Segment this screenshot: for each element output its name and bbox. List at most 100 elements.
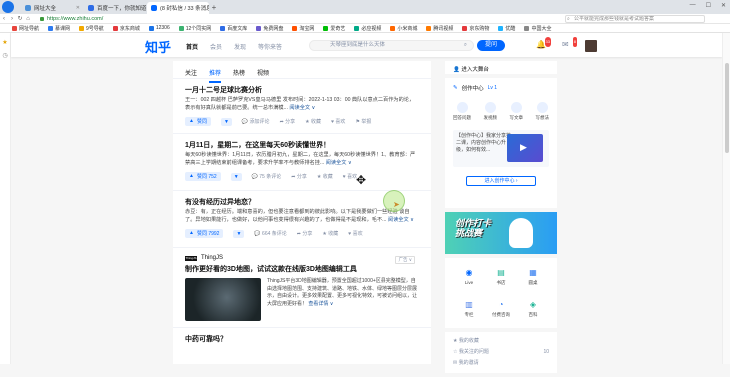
challenge-banner[interactable]: 创作打卡 挑战赛 (445, 212, 557, 254)
column-button[interactable]: ▥ 专栏 (453, 300, 485, 318)
write-article-button[interactable]: 写文章 (510, 102, 523, 121)
like-button[interactable]: ♥ 喜欢 (348, 230, 362, 237)
browser-tab[interactable]: 网址大全 ✕ (21, 2, 83, 14)
comment-button[interactable]: 💬 添加评论 (242, 118, 270, 125)
downvote-button[interactable]: ▼ (220, 117, 232, 126)
ad-more-link[interactable]: 查看详情 ∨ (308, 301, 333, 307)
tab-video[interactable]: 视频 (257, 68, 269, 78)
ad-title[interactable]: 制作更好看的3D地图，试试这款在线版3D地图编辑工具 (185, 265, 419, 274)
live-button[interactable]: ◉ Live (453, 268, 485, 286)
like-button[interactable]: ♥ 喜欢 (331, 118, 345, 125)
zhihu-logo[interactable]: 知乎 (145, 37, 171, 56)
write-idea-button[interactable]: 写想法 (536, 102, 549, 121)
enter-creator-center-button[interactable]: 进入创作中心 › (466, 176, 536, 186)
read-more-link[interactable]: 阅读全文 ∨ (326, 160, 352, 166)
bookmark-item[interactable]: 免费网盘 (256, 25, 283, 32)
answer-question-button[interactable]: 回答问题 (453, 102, 471, 121)
close-tab-icon[interactable]: ✕ (139, 5, 143, 11)
creator-title[interactable]: 创作中心 (462, 84, 484, 92)
ad-excerpt[interactable]: ThingJS平台3D地图编辑器，预置全国超过1000+区县完整模型，自由选择地… (267, 278, 417, 321)
favorite-button[interactable]: ★ 收藏 (305, 118, 321, 125)
encyclopedia-button[interactable]: ◈ 百科 (517, 300, 549, 318)
upvote-button[interactable]: ▲ 赞同 752 (185, 172, 221, 181)
tab-follow[interactable]: 关注 (185, 68, 197, 78)
paid-consult-button[interactable]: ◔ 付费咨询 (485, 300, 517, 318)
upvote-button[interactable]: ▲ 赞同 (185, 117, 211, 126)
bookmark-item[interactable]: 优酷 (498, 25, 515, 32)
bookmark-item[interactable]: 百度文库 (220, 25, 247, 32)
bookmark-item[interactable]: 12306 (148, 25, 170, 31)
home-icon[interactable]: ⌂ (24, 16, 32, 22)
like-button[interactable]: ♥ 喜欢 (343, 173, 357, 180)
tab-hot[interactable]: 热榜 (233, 68, 245, 78)
bookmark-item[interactable]: 9号导航 (79, 25, 104, 32)
downvote-button[interactable]: ▼ (233, 229, 245, 238)
avatar[interactable] (585, 40, 597, 52)
bookmark-item[interactable]: 京东购物 (462, 25, 489, 32)
page-scrollbar[interactable] (722, 33, 730, 364)
read-more-link[interactable]: 阅读全文 ∨ (289, 105, 315, 111)
message-icon[interactable]: ✉ 8 (562, 37, 577, 50)
url-field[interactable]: https://www.zhihu.com/ (40, 15, 580, 23)
browser-logo-icon[interactable] (2, 1, 14, 13)
bookmark-item[interactable]: 淘宝网 (292, 25, 314, 32)
bookmark-item[interactable]: 京东商城 (112, 25, 140, 32)
ask-button[interactable]: 提问 (477, 40, 505, 51)
share-button[interactable]: ➦ 分享 (291, 173, 307, 180)
bookmark-item[interactable]: 12个同实网 (178, 25, 211, 32)
forward-icon[interactable]: › (8, 16, 16, 22)
zhihu-search-input[interactable]: 天琴座到底是什么天体 ⌕ (309, 40, 474, 51)
card-excerpt[interactable]: 王一：002 四越杯 巴萨罗克VS皇马马德里 发布时间：2022-1-13 03… (185, 97, 419, 112)
sidebar-link-followed-questions[interactable]: ☆ 我关注的问题 10 (453, 347, 549, 358)
card-excerpt[interactable]: 每天60秒读懂世界：1月11日，农历腊月初九，星期二，在这里，每天60秒读懂世界… (185, 152, 419, 167)
ad-brand[interactable]: ThingJS (201, 255, 223, 261)
bookmark-item[interactable]: 腾讯视频 (426, 25, 453, 32)
promo-video-thumbnail[interactable] (507, 134, 543, 162)
brand-logo[interactable]: ThingJS (185, 255, 197, 261)
report-button[interactable]: ⚑ 举报 (355, 118, 371, 125)
favorite-button[interactable]: ★ 收藏 (322, 230, 338, 237)
card-title[interactable]: 中药可靠吗？ (185, 335, 419, 344)
bookmark-item[interactable]: 慕课网 (48, 25, 70, 32)
tab-recommend[interactable]: 推荐 (209, 68, 222, 83)
nav-vip[interactable]: 会员 (210, 42, 222, 51)
bookstore-button[interactable]: ▤ 书店 (485, 268, 517, 286)
card-title[interactable]: 一月十二号足球比赛分析 (185, 86, 419, 95)
follow-entry[interactable]: 👤 进入大舞台 (445, 61, 557, 74)
ad-tag[interactable]: 广告 ∨ (395, 256, 415, 264)
browser-tab[interactable]: 百度一下，你就知道 ✕ (84, 2, 146, 14)
nav-discover[interactable]: 发现 (234, 42, 246, 51)
roundtable-button[interactable]: ▦ 圆桌 (517, 268, 549, 286)
search-icon[interactable]: ⌕ (464, 41, 467, 50)
browser-tab-active[interactable]: (8 封私信 / 33 条消息 ✕ (147, 2, 209, 14)
close-tab-icon[interactable]: ✕ (76, 5, 80, 11)
share-button[interactable]: ➦ 分享 (297, 230, 313, 237)
bookmark-item[interactable]: 网址导航 (12, 25, 39, 32)
back-icon[interactable]: ‹ (0, 16, 8, 22)
downvote-button[interactable]: ▼ (230, 172, 242, 181)
share-button[interactable]: ➦ 分享 (280, 118, 296, 125)
card-title[interactable]: 1月11日，星期二，在这里每天60秒读懂世界！ (185, 141, 419, 150)
comment-button[interactable]: 💬 75 条评论 (252, 173, 282, 180)
notification-bell-icon[interactable]: 🔔 33 (536, 37, 551, 50)
bookmark-item[interactable]: 必应视频 (354, 25, 381, 32)
new-tab-button[interactable]: + (209, 2, 219, 14)
creator-promo[interactable]: 【创作中心】我家分享第二课，内容创作中心升级，如何有效... (453, 130, 549, 167)
bookmark-item[interactable]: 小米商城 (390, 25, 417, 32)
maximize-icon[interactable]: ☐ (706, 2, 711, 9)
read-more-link[interactable]: 阅读全文 ∨ (388, 217, 414, 223)
nav-home[interactable]: 首页 (186, 42, 198, 51)
browser-search-input[interactable]: ⌕ 公平就能完成那些钱就是考试题答案 (565, 15, 705, 23)
upvote-button[interactable]: ▲ 赞同 7992 (185, 229, 224, 238)
minimize-icon[interactable]: — (690, 2, 696, 9)
history-icon[interactable]: ◷ (0, 52, 10, 59)
bookmark-item[interactable]: 爱奇艺 (323, 25, 345, 32)
close-tab-icon[interactable]: ✕ (202, 5, 206, 11)
favorite-button[interactable]: ★ 收藏 (317, 173, 333, 180)
ad-image[interactable] (185, 278, 261, 321)
close-window-icon[interactable]: ✕ (721, 2, 726, 9)
nav-waiting[interactable]: 等你来答 (258, 42, 282, 51)
favorites-star-icon[interactable]: ★ (0, 39, 10, 46)
bookmark-item[interactable]: 中国大全 (524, 25, 551, 32)
post-video-button[interactable]: 发视频 (484, 102, 497, 121)
